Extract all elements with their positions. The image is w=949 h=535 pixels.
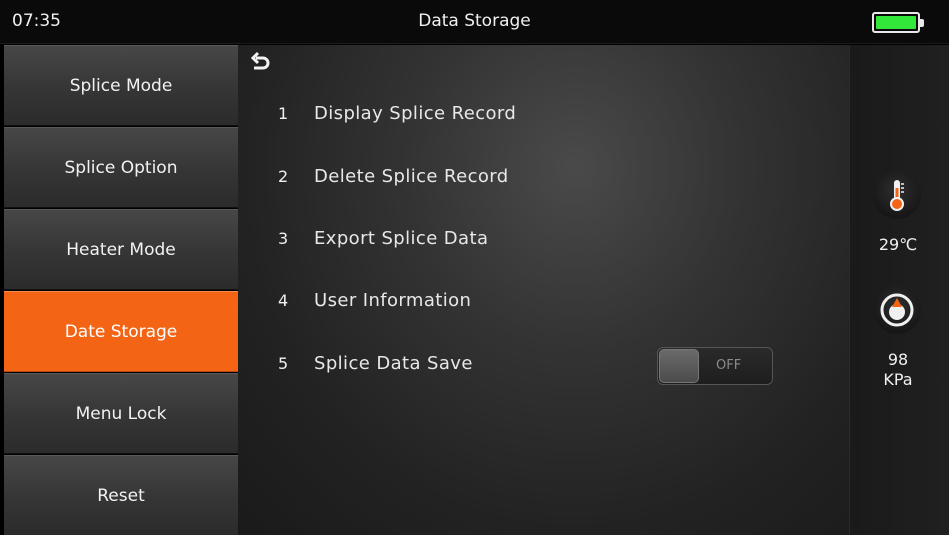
option-display-splice-record[interactable]: 1 Display Splice Record bbox=[278, 98, 516, 128]
pressure-gauge-icon bbox=[873, 286, 921, 334]
sidebar-item-label: Splice Mode bbox=[69, 75, 173, 96]
temperature-value: 29℃ bbox=[878, 235, 918, 254]
option-number: 3 bbox=[278, 228, 289, 248]
option-number: 1 bbox=[278, 103, 289, 123]
option-label: Delete Splice Record bbox=[314, 165, 509, 187]
option-number: 5 bbox=[278, 353, 289, 373]
splice-data-save-toggle[interactable]: OFF bbox=[657, 347, 773, 385]
sidebar-item-splice-option[interactable]: Splice Option bbox=[4, 127, 238, 208]
thermometer-icon bbox=[873, 171, 921, 219]
main-panel: 1 Display Splice Record 2 Delete Splice … bbox=[238, 45, 849, 535]
sidebar-item-label: Date Storage bbox=[64, 321, 178, 342]
sidebar-item-menu-lock[interactable]: Menu Lock bbox=[4, 373, 238, 454]
option-export-splice-data[interactable]: 3 Export Splice Data bbox=[278, 223, 488, 253]
toggle-state-label: OFF bbox=[716, 358, 742, 373]
battery-tip bbox=[920, 19, 924, 27]
sidebar-item-heater-mode[interactable]: Heater Mode bbox=[4, 209, 238, 290]
battery-level bbox=[876, 16, 916, 29]
option-user-information[interactable]: 4 User Information bbox=[278, 285, 471, 315]
option-label: Display Splice Record bbox=[314, 102, 517, 124]
pressure-unit: KPa bbox=[883, 370, 913, 389]
sensor-panel: 29℃ 98 KPa bbox=[849, 45, 949, 535]
sidebar-item-splice-mode[interactable]: Splice Mode bbox=[4, 45, 238, 126]
sidebar-item-date-storage[interactable]: Date Storage bbox=[4, 291, 238, 372]
pressure-value: 98 bbox=[887, 350, 909, 369]
back-arrow-icon[interactable] bbox=[250, 51, 272, 73]
sidebar-item-label: Reset bbox=[97, 485, 145, 506]
sidebar-item-label: Menu Lock bbox=[75, 403, 167, 424]
battery-full-icon bbox=[872, 12, 924, 33]
option-label: Splice Data Save bbox=[314, 352, 473, 374]
option-label: Export Splice Data bbox=[314, 227, 489, 249]
option-splice-data-save[interactable]: 5 Splice Data Save bbox=[278, 348, 473, 378]
page-title: Data Storage bbox=[418, 11, 531, 31]
toggle-knob[interactable] bbox=[659, 349, 699, 383]
sidebar-menu: Splice Mode Splice Option Heater Mode Da… bbox=[4, 45, 238, 535]
pressure-readout: 98 KPa bbox=[850, 350, 946, 390]
option-number: 2 bbox=[278, 166, 289, 186]
option-number: 4 bbox=[278, 290, 289, 310]
option-delete-splice-record[interactable]: 2 Delete Splice Record bbox=[278, 161, 509, 191]
option-label: User Information bbox=[314, 289, 472, 311]
status-bar: 07:35 Data Storage bbox=[0, 0, 949, 44]
sidebar-item-label: Splice Option bbox=[64, 157, 178, 178]
sidebar-item-reset[interactable]: Reset bbox=[4, 455, 238, 535]
sidebar-item-label: Heater Mode bbox=[66, 239, 176, 260]
